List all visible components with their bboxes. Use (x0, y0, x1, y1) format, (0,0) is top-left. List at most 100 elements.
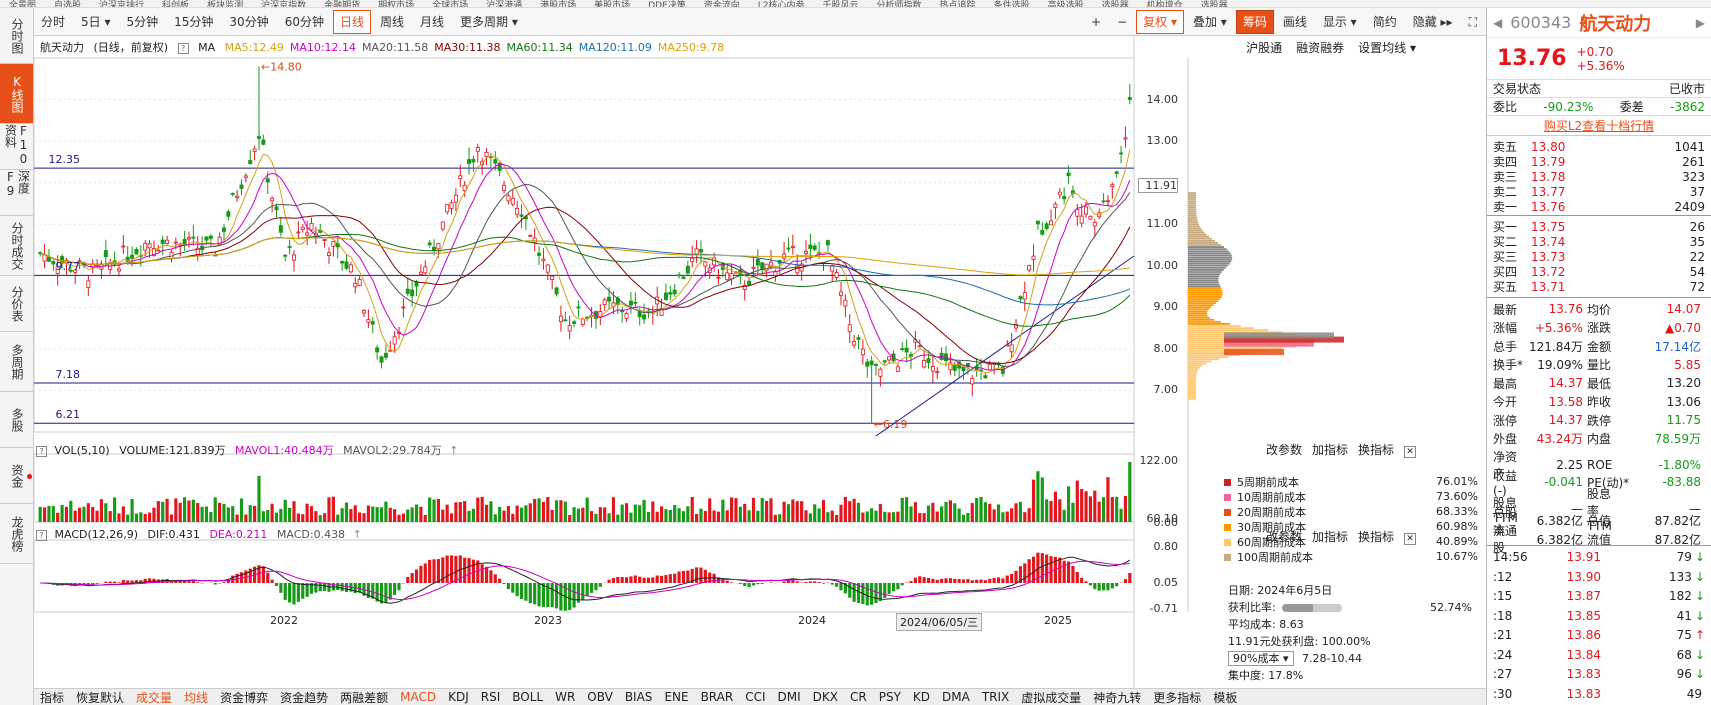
period-button[interactable]: 15分钟 (167, 10, 220, 34)
tick-row: :12 13.90 133 ↓ (1487, 567, 1711, 587)
toolbar-button[interactable]: ⛶ (1462, 10, 1484, 34)
help-icon[interactable]: ? (177, 43, 189, 54)
chart-option-button[interactable]: 融资融券 (1296, 41, 1344, 55)
indicator-tab[interactable]: WR (555, 690, 575, 704)
indicator-tab[interactable]: 神奇九转 (1093, 689, 1141, 705)
volume-bar (222, 504, 226, 522)
period-button[interactable]: 更多周期 ▾ (453, 10, 525, 34)
help-icon[interactable]: ? (36, 446, 47, 457)
indicator-tab[interactable]: CCI (745, 690, 765, 704)
indicator-tab[interactable]: BRAR (701, 690, 734, 704)
buy-l2-link[interactable]: 购买L2查看十档行情 (1487, 116, 1711, 136)
macd-bar (883, 583, 887, 598)
toolbar-button[interactable]: 叠加 ▾ (1186, 10, 1234, 34)
toolbar-button[interactable]: 筹码 (1235, 10, 1274, 34)
indicator-tab[interactable]: CR (850, 690, 867, 704)
indicator-tab[interactable]: DMA (942, 690, 970, 704)
indicator-tab[interactable]: ENE (664, 690, 688, 704)
orderbook-row[interactable]: 买四 13.72 54 (1487, 263, 1711, 280)
ma-value: MA120:11.09 (578, 41, 652, 54)
indicator-tab[interactable]: TRIX (982, 690, 1009, 704)
stat-label: 昨收 (1587, 395, 1612, 410)
chart-option-button[interactable]: 沪股通 (1246, 41, 1282, 55)
toolbar-button[interactable]: 简约 (1366, 10, 1404, 34)
orderbook-row[interactable]: 卖一 13.76 2409 (1487, 198, 1711, 215)
side-tab[interactable]: 深度F9 (0, 170, 33, 216)
period-button[interactable]: 月线 (413, 10, 451, 34)
indicator-button[interactable]: 换指标 (1358, 443, 1394, 457)
side-tab[interactable]: 分时图 (0, 8, 33, 64)
toolbar-button[interactable]: 画线 (1276, 10, 1314, 34)
macd-bar (301, 583, 305, 599)
macd-bar (948, 578, 952, 583)
orderbook-row[interactable]: 卖三 13.78 323 (1487, 168, 1711, 185)
indicator-tab[interactable]: 虚拟成交量 (1021, 689, 1081, 705)
side-tab[interactable]: 分时成交 (0, 216, 33, 276)
period-button[interactable]: 5分钟 (120, 10, 166, 34)
side-tab[interactable]: K线图 (0, 64, 33, 124)
period-button[interactable]: 60分钟 (278, 10, 331, 34)
indicator-tab[interactable]: KDJ (448, 690, 469, 704)
next-stock-icon[interactable]: ▶ (1696, 16, 1705, 30)
macd-bar (594, 583, 598, 591)
side-tab[interactable]: F10资料 (0, 124, 33, 170)
side-tab[interactable]: 龙虎榜 (0, 504, 33, 564)
indicator-tab[interactable]: OBV (587, 690, 613, 704)
toolbar-button[interactable]: 显示 ▾ (1316, 10, 1364, 34)
indicator-tab[interactable]: RSI (481, 690, 501, 704)
help-icon[interactable]: ? (36, 530, 47, 541)
period-button[interactable]: 5日 ▾ (74, 10, 117, 34)
indicator-tab[interactable]: 两融差额 (340, 689, 388, 705)
orderbook-row[interactable]: 卖五 13.80 1041 (1487, 138, 1711, 155)
candle-body (685, 265, 690, 274)
toolbar-button[interactable]: − (1110, 10, 1134, 34)
volume-bar (1014, 503, 1018, 522)
indicator-tab[interactable]: DKX (813, 690, 838, 704)
legend-swatch (1224, 553, 1231, 561)
cost-range-select[interactable]: 90%成本 ▾ (1228, 651, 1294, 666)
indicator-tab[interactable]: 均线 (184, 689, 208, 705)
indicator-tab[interactable]: PSY (879, 690, 901, 704)
indicator-button[interactable]: 改参数 (1266, 443, 1302, 457)
orderbook-row[interactable]: 卖四 13.79 261 (1487, 153, 1711, 170)
period-button[interactable]: 30分钟 (222, 10, 275, 34)
toolbar-button[interactable]: + (1084, 10, 1108, 34)
volume-bar (563, 501, 567, 522)
toolbar-button[interactable]: 复权 ▾ (1136, 10, 1184, 34)
orderbook-row[interactable]: 买二 13.74 35 (1487, 233, 1711, 250)
tick-price: 13.85 (1566, 608, 1601, 623)
indicator-button[interactable]: 加指标 (1312, 443, 1348, 457)
side-tab[interactable]: 分价表 (0, 276, 33, 332)
close-icon[interactable]: ✕ (1404, 446, 1416, 458)
orderbook-row[interactable]: 买五 13.71 72 (1487, 278, 1711, 295)
indicator-tab[interactable]: DMI (778, 690, 801, 704)
indicator-tab[interactable]: 资金趋势 (280, 689, 328, 705)
indicator-tab[interactable]: 恢复默认 (76, 689, 124, 705)
prev-stock-icon[interactable]: ◀ (1493, 16, 1502, 30)
indicator-tab[interactable]: 模板 (1213, 689, 1237, 705)
period-button[interactable]: 日线 (332, 9, 371, 34)
indicator-tab[interactable]: KD (913, 690, 930, 704)
indicator-tab[interactable]: 资金博弈 (220, 689, 268, 705)
macd-bar (493, 574, 497, 583)
orderbook-row[interactable]: 卖二 13.77 37 (1487, 183, 1711, 200)
side-tab[interactable]: 多周期 (0, 332, 33, 392)
orderbook-row[interactable]: 买三 13.73 22 (1487, 248, 1711, 265)
support-level-label: 12.35 (48, 153, 81, 167)
candle-body (961, 366, 966, 371)
period-button[interactable]: 分时 (34, 10, 72, 34)
period-button[interactable]: 周线 (373, 10, 411, 34)
chart-option-button[interactable]: 设置均线 ▾ (1358, 41, 1416, 55)
volume-bar (511, 513, 515, 522)
toolbar-button[interactable]: 隐藏 ▸▸ (1406, 10, 1460, 34)
orderbook-row[interactable]: 买一 13.75 26 (1487, 218, 1711, 235)
indicator-tab[interactable]: 指标 (40, 689, 64, 705)
volume-bar (804, 510, 808, 522)
indicator-tab[interactable]: MACD (400, 690, 436, 704)
indicator-tab[interactable]: BIAS (625, 690, 653, 704)
side-tab[interactable]: 多股 (0, 392, 33, 448)
volume-bar (204, 506, 209, 522)
indicator-tab[interactable]: 更多指标 (1153, 689, 1201, 705)
indicator-tab[interactable]: 成交量 (136, 689, 172, 705)
indicator-tab[interactable]: BOLL (512, 690, 543, 704)
